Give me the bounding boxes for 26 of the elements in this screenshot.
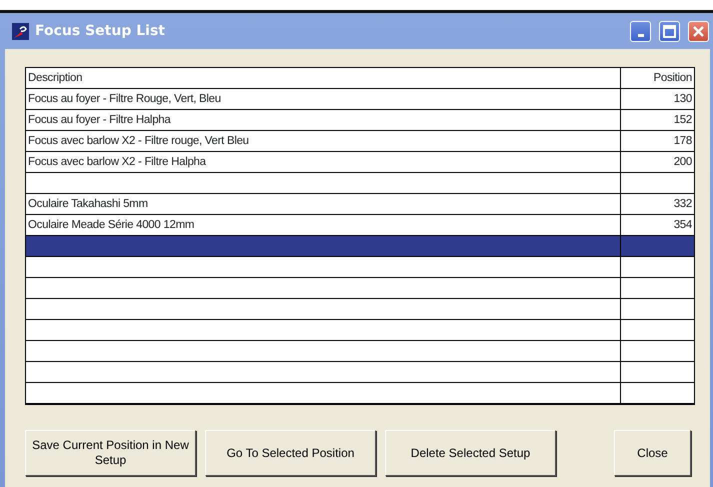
table-row[interactable]: Focus au foyer - Filtre Rouge, Vert, Bleu 130 xyxy=(26,89,694,110)
table-row[interactable]: Focus avec barlow X2 - Filtre Halpha 200 xyxy=(26,152,694,173)
table-row[interactable] xyxy=(26,320,694,341)
table-row[interactable] xyxy=(26,257,694,278)
app-icon xyxy=(12,22,29,40)
dialog-button[interactable]: Close xyxy=(614,430,691,476)
table-row[interactable]: Focus avec barlow X2 - Filtre rouge, Vert Bleu 178 xyxy=(26,131,694,152)
dialog-button[interactable]: Delete Selected Setup xyxy=(385,430,556,476)
table-row[interactable] xyxy=(26,278,694,299)
table-row[interactable] xyxy=(26,341,694,362)
maximize-button[interactable] xyxy=(659,20,680,42)
minimize-button[interactable] xyxy=(630,20,651,42)
close-icon xyxy=(692,24,705,38)
window-title: Focus Setup List xyxy=(35,22,166,40)
table-row[interactable] xyxy=(26,383,694,404)
table-row[interactable]: Focus au foyer - Filtre Halpha 152 xyxy=(26,110,694,131)
maximize-icon xyxy=(663,24,676,38)
table-row[interactable]: Oculaire Meade Série 4000 12mm 354 xyxy=(26,215,694,236)
table-row[interactable] xyxy=(26,362,694,383)
close-icon-button[interactable] xyxy=(688,20,709,42)
dialog-button[interactable]: Save Current Position in New Setup xyxy=(25,430,196,476)
table-row[interactable] xyxy=(26,299,694,320)
table-row[interactable]: Oculaire Takahashi 5mm 332 xyxy=(26,194,694,215)
minimize-icon xyxy=(638,34,644,36)
dialog-button[interactable]: Go To Selected Position xyxy=(205,430,376,476)
table-row[interactable] xyxy=(26,173,694,194)
